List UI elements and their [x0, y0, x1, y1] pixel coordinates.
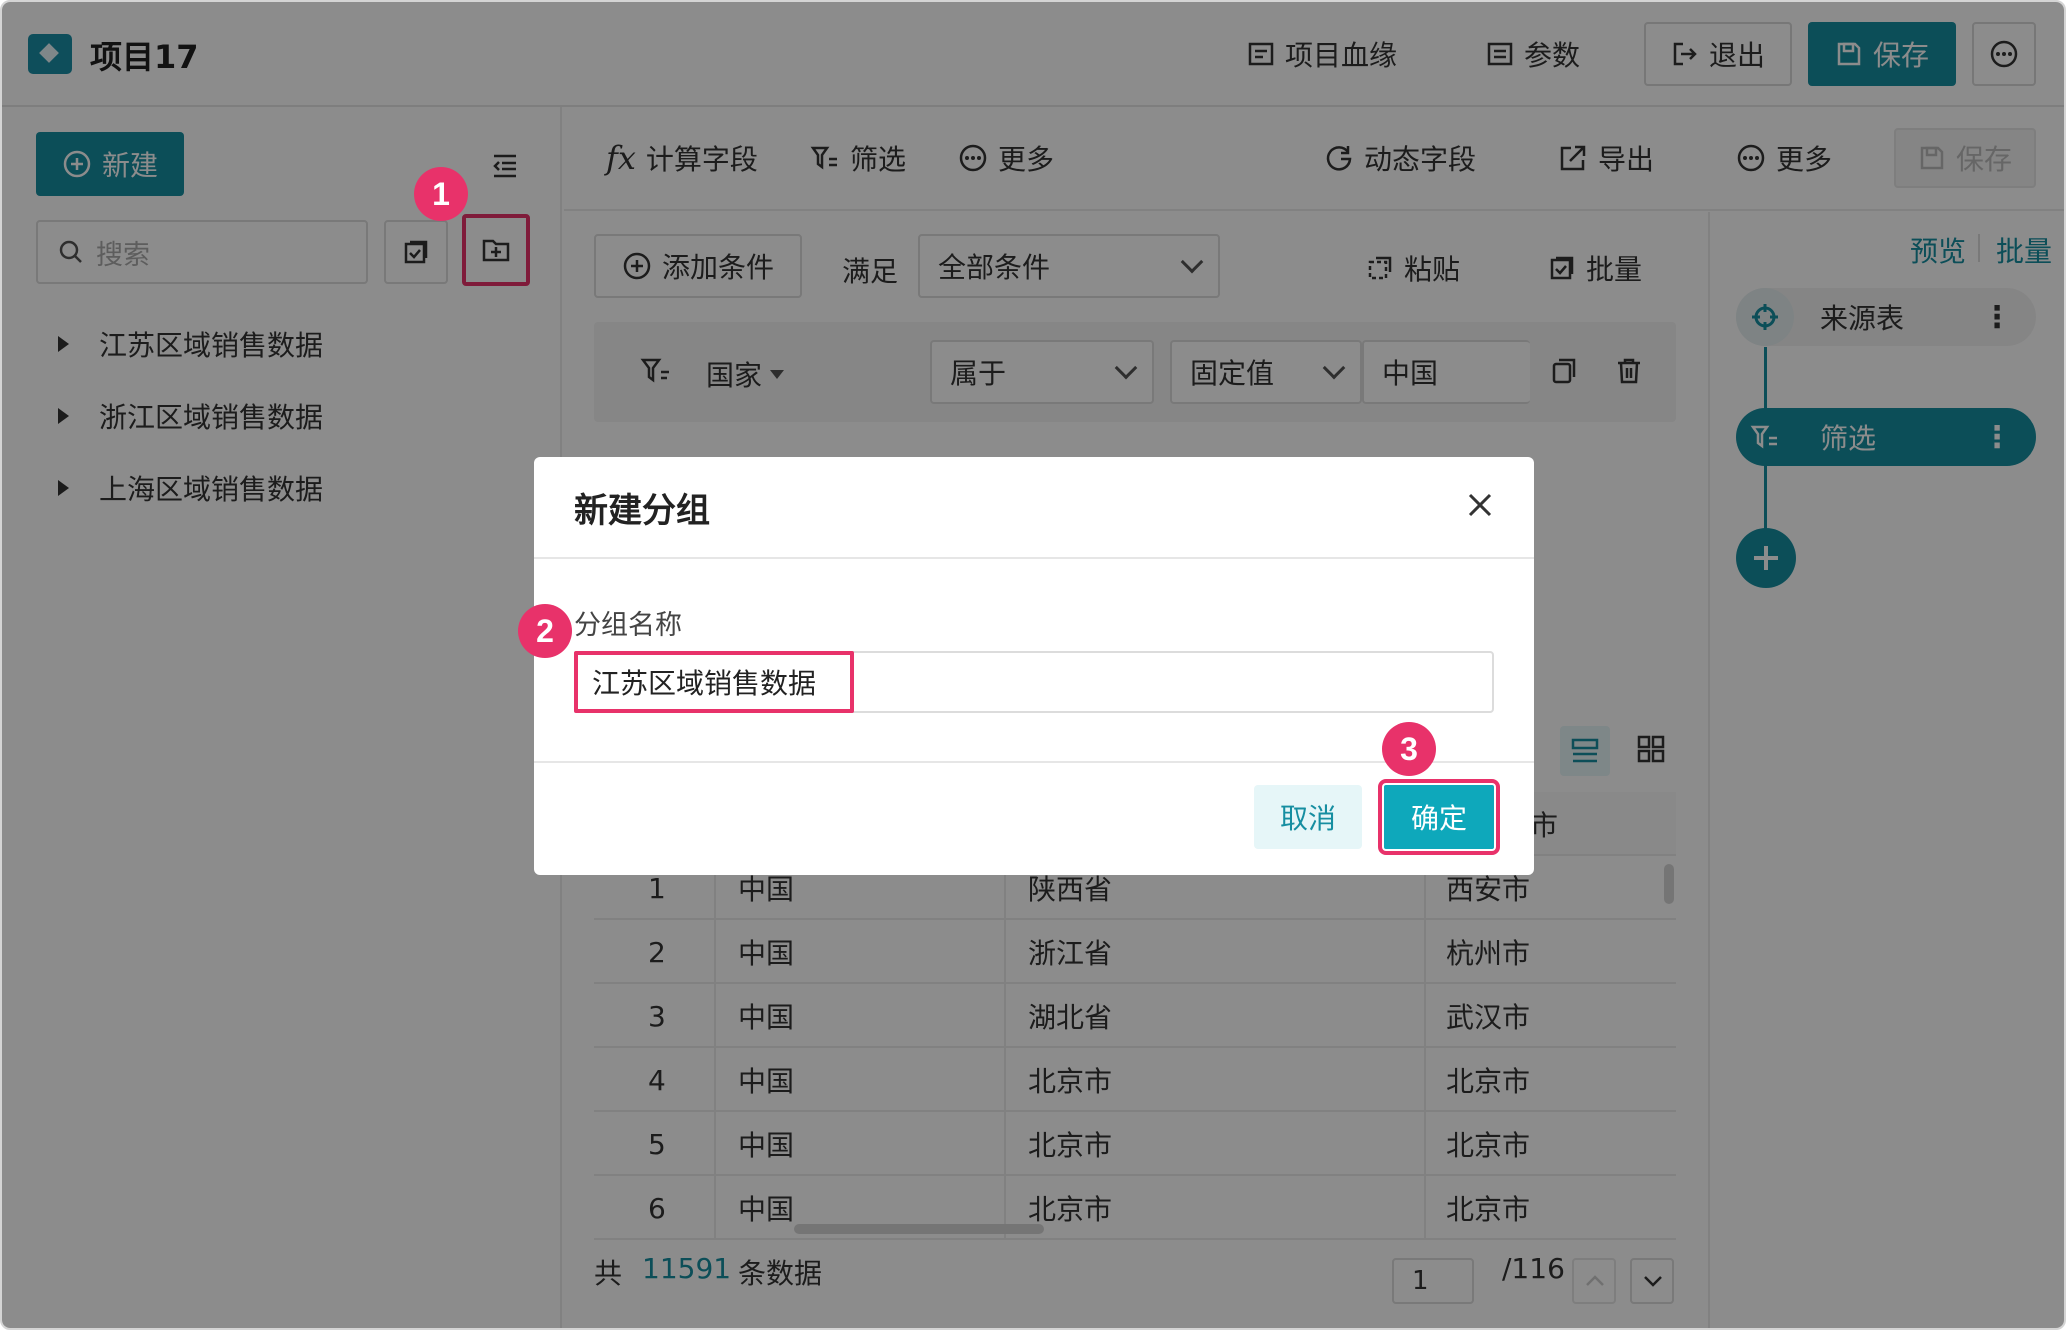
input-highlight [574, 651, 854, 713]
close-icon[interactable] [1458, 483, 1502, 527]
dialog-title: 新建分组 [574, 491, 710, 531]
step-badge-3: 3 [1382, 722, 1436, 776]
confirm-button[interactable]: 确定 [1378, 779, 1500, 855]
group-name-label: 分组名称 [574, 610, 682, 641]
app-window: 项目17 项目血缘 参数 退出 保存 新建 搜索 江苏区域销售数据 浙江区域销售… [0, 0, 2066, 1330]
step-badge-2: 2 [518, 604, 572, 658]
cancel-button[interactable]: 取消 [1254, 785, 1362, 849]
new-group-dialog: 新建分组 分组名称 江苏区域销售数据 取消 确定 [534, 457, 1534, 875]
dialog-divider [534, 557, 1534, 559]
step-badge-1: 1 [414, 167, 468, 221]
